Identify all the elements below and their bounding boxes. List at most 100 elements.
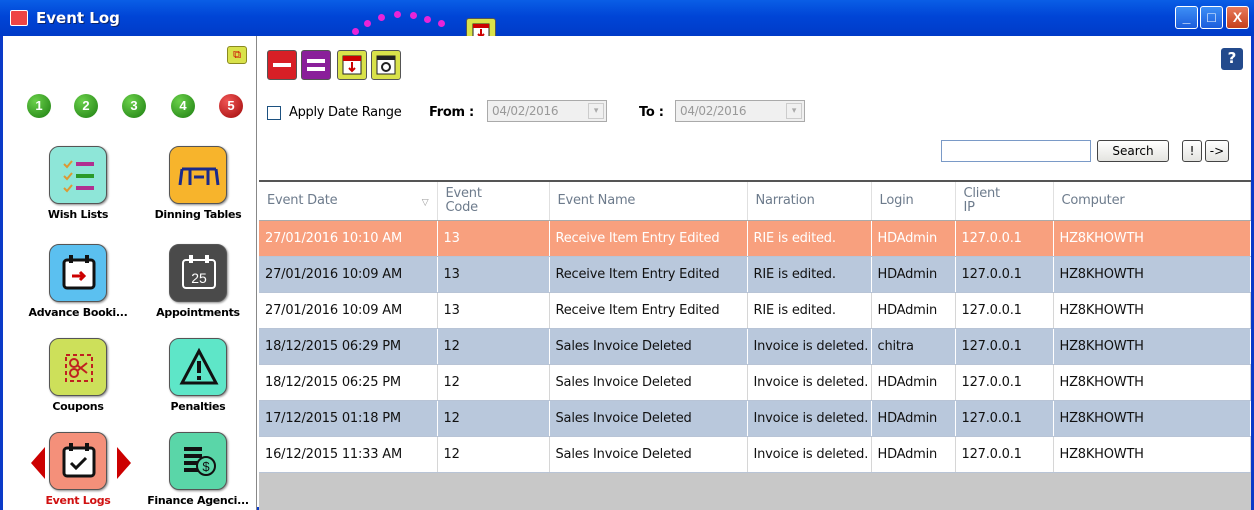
search-input[interactable] [941, 140, 1091, 162]
tile-penalties[interactable]: Penalties [143, 338, 253, 413]
event-code-cell: 13 [437, 220, 550, 257]
from-date-value: 04/02/2016 [492, 104, 559, 118]
tile-advance-booking[interactable]: Advance Booki... [23, 244, 133, 319]
exact-match-button[interactable]: ! [1182, 140, 1202, 162]
tile-label: Event Logs [45, 494, 111, 507]
client-ip-cell: 127.0.0.1 [955, 328, 1054, 365]
date-filter-bar: Apply Date Range From : 04/02/2016 ▾ To … [267, 98, 827, 128]
tile-appointments[interactable]: 25 Appointments [143, 244, 253, 319]
page-3-button[interactable]: 3 [122, 94, 146, 118]
chevron-down-icon[interactable]: ▾ [786, 103, 802, 119]
tile-coupons[interactable]: Coupons [23, 338, 133, 413]
page-5-button[interactable]: 5 [219, 94, 243, 118]
event-name-cell: Receive Item Entry Edited [549, 256, 748, 293]
tile-wish-lists[interactable]: Wish Lists [23, 146, 133, 221]
settings-button[interactable] [371, 50, 401, 80]
event-date-cell: 27/01/2016 10:09 AM [259, 256, 438, 293]
page-4-button[interactable]: 4 [171, 94, 195, 118]
tile-label: Finance Agenci... [147, 494, 249, 507]
event-log-window: Event Log _ □ X ⧉ 1 2 3 4 5 Wish Lists D… [0, 0, 1254, 510]
page-1-button[interactable]: 1 [27, 94, 51, 118]
help-button[interactable]: ? [1221, 48, 1243, 70]
to-date-picker[interactable]: 04/02/2016 ▾ [675, 100, 805, 122]
sidebar-toggle-button[interactable]: ⧉ [227, 46, 247, 64]
header-label: Client IP [963, 185, 1001, 215]
tile-event-logs[interactable]: Event Logs [23, 432, 133, 507]
title-bar[interactable]: Event Log _ □ X [0, 0, 1254, 46]
event-name-cell: Sales Invoice Deleted [549, 328, 748, 365]
delete-button[interactable] [267, 50, 297, 80]
computer-cell: HZ8KHOWTH [1053, 436, 1251, 473]
col-event-date[interactable]: Event Date ▽ [259, 182, 438, 221]
header-label: Login [879, 192, 914, 208]
table-row[interactable]: 17/12/2015 01:18 PM 12 Sales Invoice Delet… [259, 400, 1251, 437]
computer-cell: HZ8KHOWTH [1053, 292, 1251, 329]
apply-date-range-label: Apply Date Range [289, 105, 402, 120]
table-row[interactable]: 18/12/2015 06:25 PM 12 Sales Invoice Delet… [259, 364, 1251, 401]
table-row[interactable]: 27/01/2016 10:09 AM 13 Receive Item Entry … [259, 256, 1251, 293]
from-date-picker[interactable]: 04/02/2016 ▾ [487, 100, 607, 122]
clear-button[interactable] [301, 50, 331, 80]
page-label: 3 [130, 98, 138, 113]
header-label: Computer [1061, 192, 1125, 208]
search-button[interactable]: Search [1097, 140, 1169, 162]
login-cell: HDAdmin [871, 364, 956, 401]
computer-cell: HZ8KHOWTH [1053, 364, 1251, 401]
tile-dinning-tables[interactable]: Dinning Tables [143, 146, 253, 221]
event-code-cell: 13 [437, 256, 550, 293]
maximize-icon: □ [1207, 9, 1216, 25]
col-computer[interactable]: Computer [1053, 182, 1251, 221]
login-cell: HDAdmin [871, 220, 956, 257]
narration-cell: RIE is edited. [747, 292, 872, 329]
event-date-cell: 18/12/2015 06:29 PM [259, 328, 438, 365]
col-login[interactable]: Login [871, 182, 956, 221]
col-client-ip[interactable]: Client IP [955, 182, 1054, 221]
tile-label: Penalties [170, 400, 226, 413]
tile-finance-agencies[interactable]: $ Finance Agenci... [143, 432, 253, 507]
event-code-cell: 12 [437, 364, 550, 401]
next-result-button[interactable]: -> [1205, 140, 1229, 162]
calendar-arrow-icon [49, 244, 107, 302]
calendar-check-icon [49, 432, 107, 490]
from-label: From : [429, 105, 474, 120]
table-row[interactable]: 16/12/2015 11:33 AM 12 Sales Invoice Delet… [259, 436, 1251, 473]
narration-cell: RIE is edited. [747, 256, 872, 293]
table-row[interactable]: 18/12/2015 06:29 PM 12 Sales Invoice Delet… [259, 328, 1251, 365]
client-ip-cell: 127.0.0.1 [955, 256, 1054, 293]
narration-cell: Invoice is deleted. [747, 436, 872, 473]
client-ip-cell: 127.0.0.1 [955, 436, 1054, 473]
tile-label: Appointments [156, 306, 240, 319]
export-button[interactable] [337, 50, 367, 80]
table-row[interactable]: 27/01/2016 10:10 AM 13 Receive Item Entry … [259, 220, 1251, 257]
table-row[interactable]: 27/01/2016 10:09 AM 13 Receive Item Entry … [259, 292, 1251, 329]
close-button[interactable]: X [1226, 6, 1249, 29]
col-event-name[interactable]: Event Name [549, 182, 748, 221]
app-icon [10, 10, 28, 26]
coupon-scissors-icon [49, 338, 107, 396]
login-cell: HDAdmin [871, 256, 956, 293]
warning-icon [169, 338, 227, 396]
equals-icon [307, 59, 325, 71]
page-label: 5 [227, 98, 235, 113]
calendar-gear-icon [376, 55, 396, 75]
client-ip-cell: 127.0.0.1 [955, 400, 1054, 437]
apply-date-range-checkbox[interactable] [267, 106, 281, 120]
event-date-cell: 27/01/2016 10:09 AM [259, 292, 438, 329]
event-code-cell: 12 [437, 400, 550, 437]
maximize-button[interactable]: □ [1200, 6, 1223, 29]
window-title: Event Log [36, 9, 120, 27]
page-2-button[interactable]: 2 [74, 94, 98, 118]
minimize-icon: _ [1182, 9, 1191, 25]
dining-table-icon [169, 146, 227, 204]
tile-label: Coupons [52, 400, 104, 413]
col-event-code[interactable]: Event Code [437, 182, 550, 221]
client-ip-cell: 127.0.0.1 [955, 220, 1054, 257]
event-code-cell: 12 [437, 436, 550, 473]
svg-text:$: $ [202, 459, 210, 474]
minimize-button[interactable]: _ [1175, 6, 1198, 29]
col-narration[interactable]: Narration [747, 182, 872, 221]
chevron-down-icon[interactable]: ▾ [588, 103, 604, 119]
event-name-cell: Receive Item Entry Edited [549, 292, 748, 329]
to-date-value: 04/02/2016 [680, 104, 747, 118]
event-name-cell: Sales Invoice Deleted [549, 436, 748, 473]
